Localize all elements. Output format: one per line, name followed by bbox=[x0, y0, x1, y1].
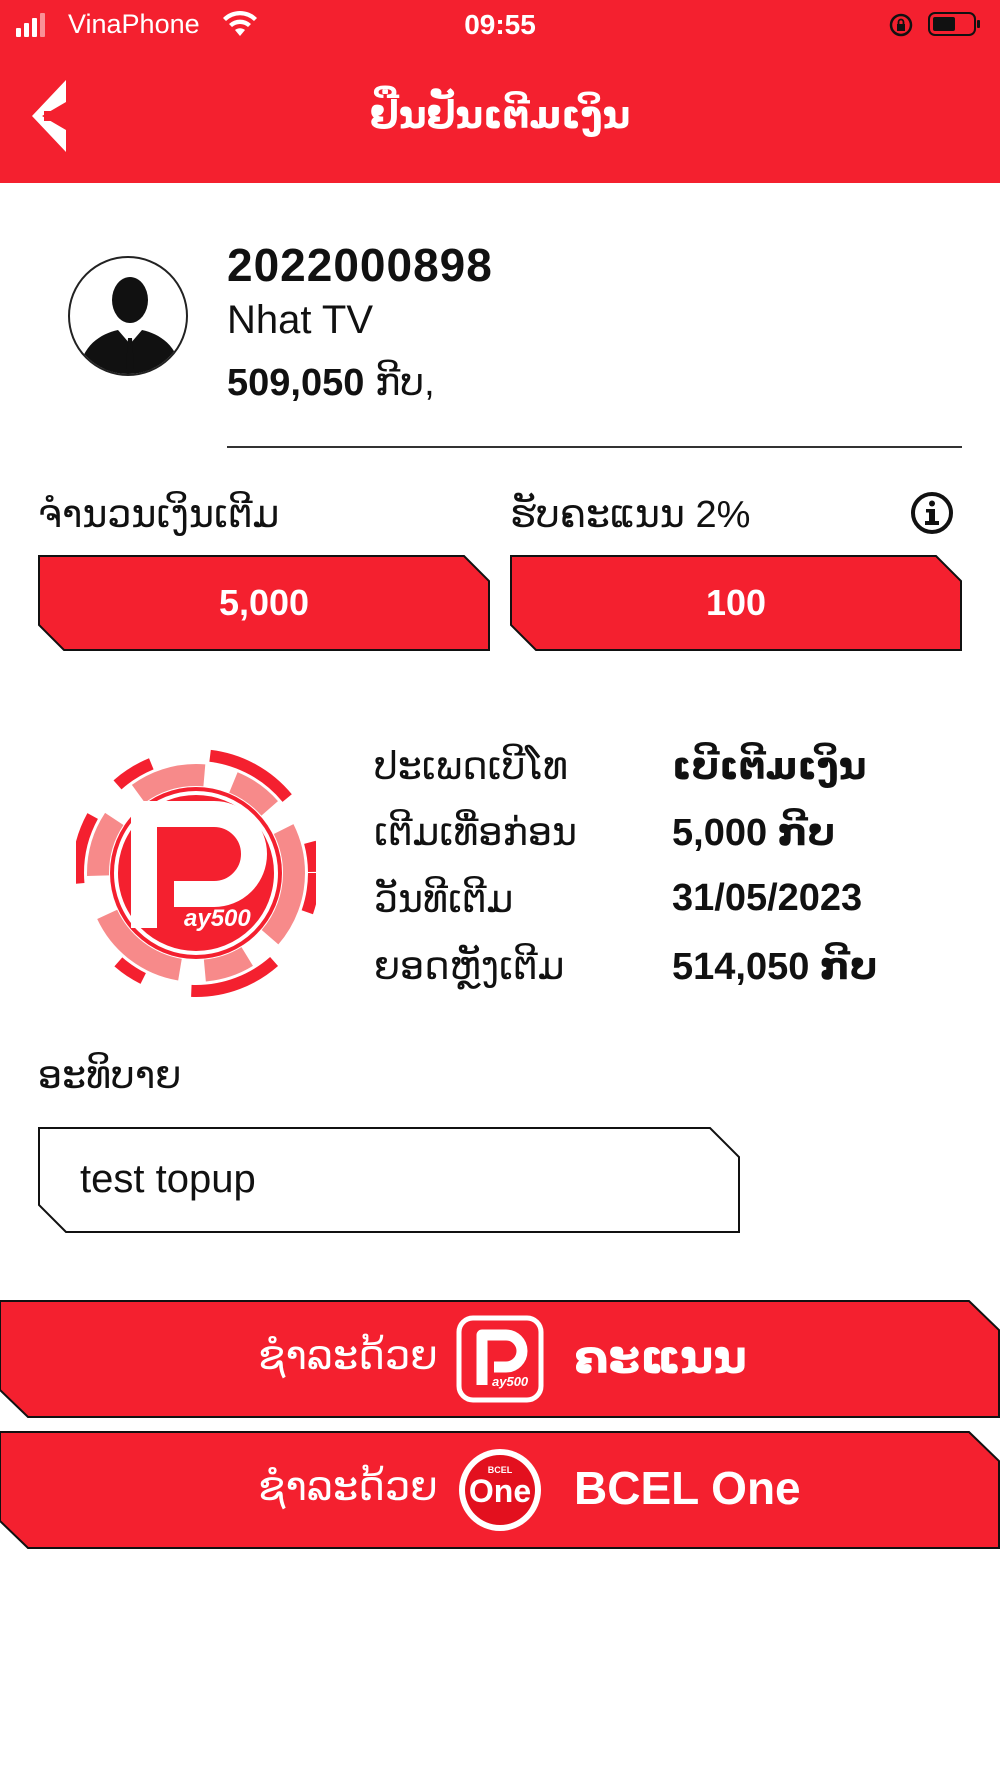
detail-key: ວັນທີເຕີມ bbox=[374, 879, 514, 921]
rotation-lock-icon bbox=[889, 13, 913, 37]
pay-with-bcel-one-button[interactable]: ຊຳລະດ້ວຍ One BCEL BCEL One bbox=[0, 1431, 1000, 1549]
bcel-one-logo-icon: One BCEL bbox=[459, 1449, 541, 1531]
detail-value: 31/05/2023 bbox=[672, 877, 863, 919]
pay500-logo-text: ay500 bbox=[184, 905, 251, 932]
account-number: 2022000898 bbox=[227, 239, 493, 291]
balance-value: 509,050 bbox=[227, 362, 365, 404]
detail-row-last-topup: ເຕີມເທື່ອກ່ອນ 5,000 ກີບ bbox=[374, 810, 974, 866]
pay-with-points-button[interactable]: ຊຳລະດ້ວຍ ay500 ຄະແນນ bbox=[0, 1300, 1000, 1418]
pay-points-label: ຄະແນນ bbox=[574, 1331, 747, 1383]
pay500-logo-text: ay500 bbox=[492, 1374, 529, 1389]
pay-prefix-label: ຊຳລະດ້ວຍ bbox=[258, 1334, 438, 1378]
bcel-logo-small-text: BCEL bbox=[488, 1465, 513, 1475]
battery-icon bbox=[928, 12, 980, 36]
detail-value: 514,050 ກີບ bbox=[672, 946, 878, 988]
pay500-logo-icon: ay500 bbox=[76, 749, 316, 997]
page-title: ຢືນຢັນເຕີມເງິນ bbox=[369, 95, 631, 137]
pay-prefix-label: ຊຳລະດ້ວຍ bbox=[258, 1465, 438, 1509]
amount-value: 5,000 bbox=[218, 582, 310, 623]
description-input[interactable]: test topup bbox=[38, 1127, 740, 1233]
divider bbox=[227, 446, 962, 448]
account-name: Nhat TV bbox=[227, 298, 373, 342]
app-header: VinaPhone 09:55 ຢືນຢັນເຕີມເງິນ bbox=[0, 0, 1000, 183]
info-icon[interactable] bbox=[910, 491, 954, 535]
pay-bcel-label: BCEL One bbox=[574, 1462, 801, 1514]
detail-row-topup-date: ວັນທີເຕີມ 31/05/2023 bbox=[374, 877, 974, 933]
description-label: ອະທິບາຍ bbox=[38, 1055, 182, 1097]
clock: 09:55 bbox=[464, 9, 536, 40]
account-balance: 509,050 ກີບ, bbox=[227, 360, 435, 405]
detail-row-balance-after: ຍອດຫຼັງເຕີມ 514,050 ກີບ bbox=[374, 944, 974, 1000]
points-value: 100 bbox=[705, 582, 767, 623]
balance-unit: ກີບ, bbox=[374, 362, 435, 404]
amount-box[interactable]: 5,000 bbox=[38, 555, 490, 651]
points-box[interactable]: 100 bbox=[510, 555, 962, 651]
description-value: test topup bbox=[80, 1157, 256, 1201]
bcel-logo-text: One bbox=[469, 1473, 531, 1509]
detail-key: ເຕີມເທື່ອກ່ອນ bbox=[374, 812, 578, 854]
detail-key: ປະເພດເບີໂທ bbox=[374, 746, 568, 788]
avatar bbox=[68, 256, 188, 376]
detail-row-phone-type: ປະເພດເບີໂທ ເບີເຕີມເງິນ bbox=[374, 744, 974, 800]
amount-label: ຈຳນວນເງິນເຕີມ bbox=[38, 494, 280, 536]
status-bar: VinaPhone 09:55 bbox=[0, 0, 1000, 50]
detail-value: ເບີເຕີມເງິນ bbox=[672, 746, 867, 788]
detail-value: 5,000 ກີບ bbox=[672, 812, 836, 854]
pay500-logo-icon: ay500 bbox=[456, 1315, 544, 1403]
avatar-icon bbox=[78, 277, 182, 374]
points-label: ຮັບຄະແນນ 2% bbox=[510, 494, 751, 536]
detail-key: ຍອດຫຼັງເຕີມ bbox=[374, 946, 565, 988]
